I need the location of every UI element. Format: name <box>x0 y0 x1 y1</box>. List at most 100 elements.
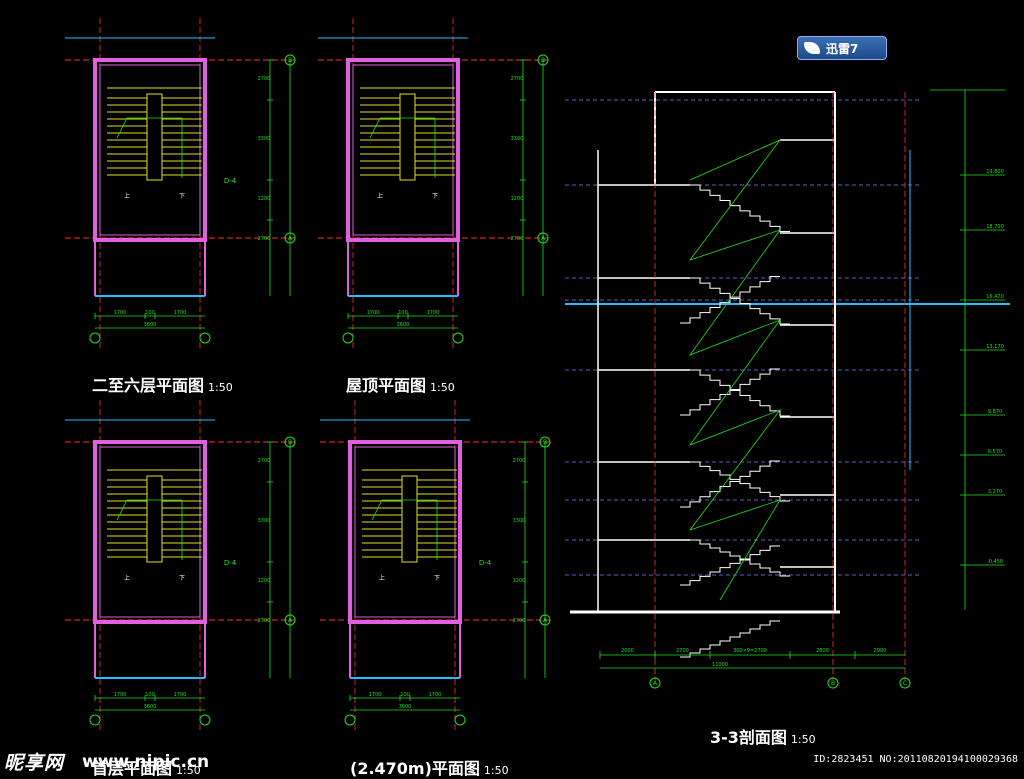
dim-text-right: 3300 <box>511 136 524 142</box>
stair-well <box>399 93 416 181</box>
label-up: 上 <box>124 192 130 200</box>
stair-well <box>146 93 163 181</box>
label-down: 下 <box>179 193 185 200</box>
title-plan-2470: (2.470m)平面图 1:50 <box>350 755 509 779</box>
plan-2-6: 上下D-42700330012002700BA1700 100 17003600 <box>65 18 296 348</box>
label-up: 上 <box>379 574 385 582</box>
dim-text-bottom: 1700 <box>174 692 187 698</box>
level-text: 9.870 <box>988 409 1002 415</box>
thunder-badge[interactable]: 迅雷7 <box>797 36 887 60</box>
section-dim-text: 2700 <box>676 648 689 654</box>
label-door: D-4 <box>479 559 492 567</box>
stair-wall <box>93 58 207 242</box>
dim-text-total: 3600 <box>399 704 412 710</box>
stair-flight-up <box>690 369 790 417</box>
title-plan-2-6: 二至六层平面图 1:50 <box>92 372 233 396</box>
plan-roof: 上下2700330012002700BA1700 100 17003600 <box>318 18 549 348</box>
title-scale: 1:50 <box>790 733 816 746</box>
title-text: 屋顶平面图 <box>346 376 427 395</box>
axis-label-B: B <box>541 57 545 64</box>
dim-text-right: 2700 <box>258 76 271 82</box>
label-down: 下 <box>432 193 438 200</box>
section-3-3: 19.800 18.700 16.470 13.170 9.870 6.570 3.270 -… <box>565 89 1010 689</box>
axis-bubble-bottom <box>454 714 466 726</box>
level-text: 6.570 <box>988 449 1002 455</box>
label-down: 下 <box>179 575 185 582</box>
inner-wall <box>354 446 456 618</box>
title-scale: 1:50 <box>430 381 455 394</box>
walk-arrow <box>371 499 438 560</box>
label-door: D-4 <box>224 559 237 567</box>
dim-text-total: 3600 <box>144 322 157 328</box>
inner-wall <box>352 64 454 236</box>
axis-bubble-bottom <box>452 332 464 344</box>
section-dim-total-text: 11000 <box>712 662 728 668</box>
dim-text-right: 2700 <box>258 458 271 464</box>
axis-bubble-bottom <box>344 714 356 726</box>
stair-wall <box>348 440 462 624</box>
section-axis-label: B <box>831 680 835 687</box>
level-text: 19.800 <box>986 169 1004 175</box>
level-text: 3.270 <box>988 489 1002 495</box>
dim-text-bottom: 1700 <box>367 310 380 316</box>
dim-text-bottom: 1700 <box>114 310 127 316</box>
dim-text-bottom: 100 <box>145 310 155 316</box>
level-text: 18.700 <box>986 224 1004 230</box>
dim-text-right: 3300 <box>258 136 271 142</box>
dim-text-right: 1200 <box>258 578 271 584</box>
section-dim-text: 2800 <box>816 648 829 654</box>
label-door: D-4 <box>224 177 237 185</box>
section-dim-text: 2000 <box>621 648 634 654</box>
title-scale: 1:50 <box>208 381 233 394</box>
section-dim-text: 300×9=2700 <box>733 648 767 654</box>
walk-arrow <box>116 117 183 178</box>
inner-wall <box>99 446 201 618</box>
dim-text-right: 2700 <box>511 236 524 242</box>
stair-wall <box>93 440 207 624</box>
watermark-id: ID:2823451 NO:20110820194100029368 <box>813 754 1018 765</box>
dim-text-right: 3300 <box>258 518 271 524</box>
axis-bubble-bottom <box>199 714 211 726</box>
section-axis-label: C <box>903 680 907 687</box>
dim-text-bottom: 1700 <box>174 310 187 316</box>
stair-well <box>401 475 418 563</box>
dim-text-bottom: 1700 <box>369 692 382 698</box>
walk-arrow <box>116 499 183 560</box>
stair-wall <box>346 58 460 242</box>
dim-text-right: 2700 <box>513 458 526 464</box>
dim-text-right: 2700 <box>258 236 271 242</box>
dim-text-right: 1200 <box>513 578 526 584</box>
title-text: 3-3剖面图 <box>710 728 787 747</box>
dim-text-right: 3300 <box>513 518 526 524</box>
stair-flight-up <box>690 184 790 232</box>
badge-label: 迅雷7 <box>826 41 859 56</box>
stair-flight-up <box>690 461 790 502</box>
stair-flight-down <box>680 368 780 416</box>
dim-text-right: 2700 <box>513 618 526 624</box>
label-down: 下 <box>434 575 440 582</box>
title-scale: 1:50 <box>483 764 509 777</box>
section-dim-text: 2900 <box>874 648 887 654</box>
title-text: 二至六层平面图 <box>92 376 205 395</box>
title-text: (2.470m)平面图 <box>350 759 480 778</box>
watermark-site: 昵享网 <box>4 752 65 774</box>
title-plan-roof: 屋顶平面图 1:50 <box>346 372 455 396</box>
dim-text-bottom: 1700 <box>427 310 440 316</box>
dim-text-right: 2700 <box>258 618 271 624</box>
watermark-url: www.nipic.cn <box>82 752 210 772</box>
dim-text-bottom: 100 <box>400 692 410 698</box>
dim-text-bottom: 100 <box>398 310 408 316</box>
plan-2470: 上下D-42700330012002700BA1700 100 17003600 <box>320 400 551 730</box>
axis-bubble-bottom <box>89 332 101 344</box>
dim-text-total: 3600 <box>397 322 410 328</box>
dim-text-bottom: 1700 <box>114 692 127 698</box>
label-up: 上 <box>124 574 130 582</box>
axis-bubble-bottom <box>342 332 354 344</box>
label-up: 上 <box>377 192 383 200</box>
axis-label-B: B <box>288 439 292 446</box>
dim-text-bottom: 1700 <box>429 692 442 698</box>
dim-text-right: 2700 <box>511 76 524 82</box>
level-text: 16.470 <box>986 294 1004 300</box>
axis-bubble-bottom <box>199 332 211 344</box>
level-text: -0.450 <box>987 559 1003 565</box>
